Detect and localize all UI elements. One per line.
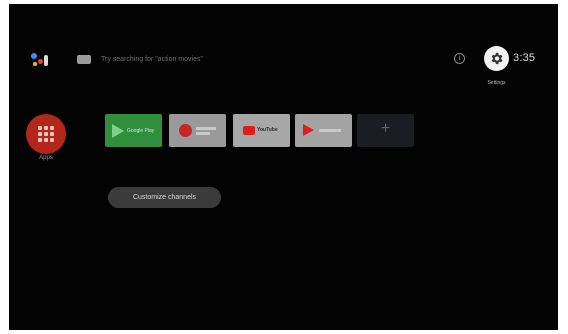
app-tile-youtube[interactable]: YouTube <box>233 114 290 147</box>
app-tile-youtube-music[interactable] <box>295 114 352 147</box>
apps-grid-icon <box>38 126 54 142</box>
play-movies-label-bar <box>196 132 210 135</box>
app-tile-label: YouTube <box>257 127 278 133</box>
youtube-logo-icon <box>243 126 255 135</box>
tv-home-screen: Try searching for "action movies" i Sett… <box>9 4 558 330</box>
gear-icon <box>491 52 503 65</box>
apps-label: Apps <box>39 155 53 161</box>
plus-icon: + <box>380 120 391 137</box>
search-hint[interactable]: Try searching for "action movies" <box>101 55 203 65</box>
customize-channels-button[interactable]: Customize channels <box>108 187 221 208</box>
app-tile-label: Google Play <box>127 128 155 134</box>
clock: 3:35 <box>513 52 536 64</box>
info-icon[interactable]: i <box>454 53 465 64</box>
settings-label: Settings <box>487 80 506 86</box>
settings-button[interactable] <box>484 46 509 71</box>
add-app-tile[interactable]: + <box>357 114 414 147</box>
youtube-music-icon <box>303 124 314 136</box>
google-assistant-icon[interactable] <box>29 51 51 69</box>
play-movies-icon <box>179 124 192 137</box>
app-tile-google-play-movies[interactable] <box>169 114 226 147</box>
apps-button[interactable] <box>26 114 66 154</box>
app-tile-google-play-store[interactable]: Google Play <box>105 114 162 147</box>
youtube-music-label-bar <box>319 129 341 132</box>
play-movies-label-bar <box>196 127 216 130</box>
play-store-icon <box>112 124 124 138</box>
keyboard-icon[interactable] <box>77 55 91 64</box>
